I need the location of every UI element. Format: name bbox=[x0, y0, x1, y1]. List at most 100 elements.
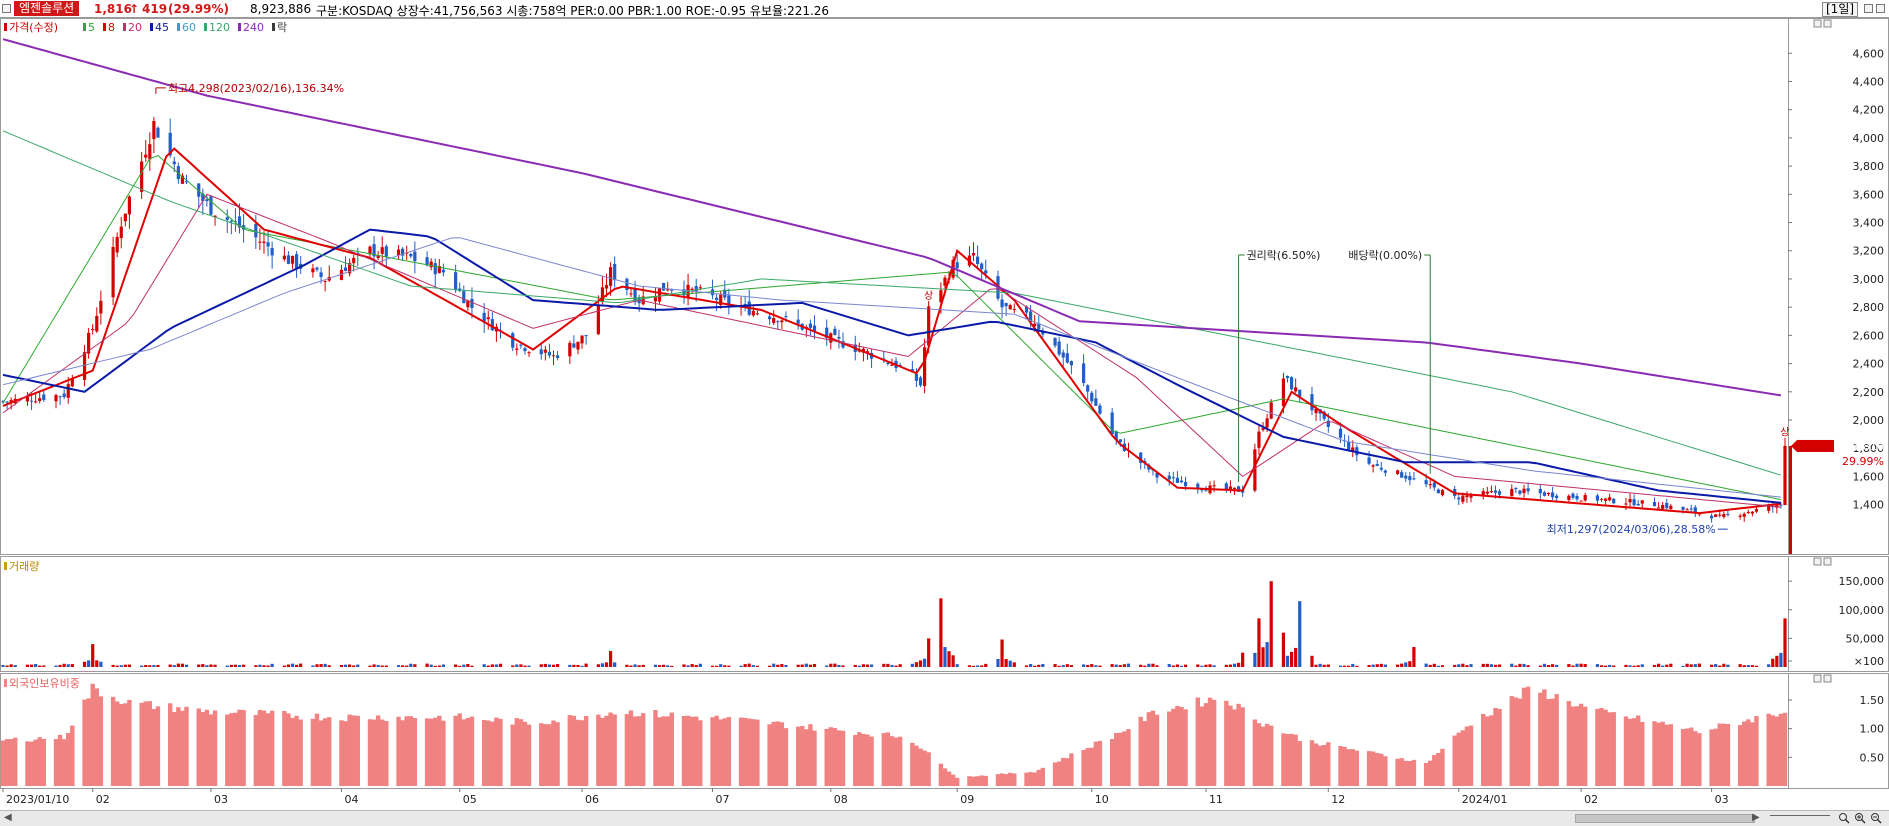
scroll-left-icon[interactable]: ◀ bbox=[4, 812, 12, 823]
candle bbox=[784, 316, 788, 318]
foreign-ownership-bar bbox=[1322, 744, 1327, 786]
foreign-ownership-bar bbox=[1774, 716, 1780, 786]
foreign-ownership-bar bbox=[1452, 735, 1457, 786]
volume-bar bbox=[1326, 664, 1330, 667]
foreign-ownership-bar bbox=[1003, 774, 1009, 786]
volume-bar bbox=[1241, 652, 1245, 667]
candle bbox=[454, 272, 458, 291]
foreign-ownership-bar bbox=[893, 737, 899, 786]
candle bbox=[91, 329, 95, 331]
foreign-ownership-bar bbox=[983, 775, 988, 786]
period-button[interactable]: [1일] bbox=[1822, 2, 1859, 17]
scroll-thumb[interactable] bbox=[1575, 814, 1755, 823]
volume-bar bbox=[290, 663, 295, 667]
foreign-ownership-bar bbox=[955, 777, 960, 786]
volume-bar bbox=[604, 662, 609, 667]
foreign-ownership-bar bbox=[714, 715, 719, 786]
scroll-right-icon[interactable]: ▶ bbox=[1752, 812, 1760, 823]
panel-maximize-icon[interactable] bbox=[1823, 674, 1832, 683]
volume-bar bbox=[262, 665, 266, 667]
legend-swatch bbox=[272, 23, 275, 31]
candle bbox=[1204, 490, 1208, 492]
legend-item[interactable]: 8 bbox=[108, 21, 115, 34]
foreign-ownership-bar bbox=[441, 720, 446, 786]
volume-bar bbox=[1771, 658, 1775, 667]
foreign-ownership-bar bbox=[172, 712, 177, 786]
foreign-ownership-bar bbox=[795, 726, 801, 786]
chart-area[interactable]: 1,4001,6001,8002,0002,2002,4002,6002,800… bbox=[0, 18, 1889, 810]
window-menu-icon[interactable] bbox=[2, 4, 11, 13]
legend-item[interactable]: 가격(수정) bbox=[9, 21, 58, 34]
candle bbox=[914, 373, 919, 381]
zoom-reset-icon[interactable] bbox=[1870, 812, 1882, 824]
candle bbox=[1224, 483, 1228, 490]
foreign-ownership-bar bbox=[404, 716, 409, 786]
legend-item[interactable]: 20 bbox=[128, 21, 142, 34]
volume-bar bbox=[9, 664, 13, 667]
volume-bar bbox=[1681, 665, 1685, 667]
panel-maximize-icon[interactable] bbox=[1823, 19, 1832, 28]
candle bbox=[1546, 493, 1551, 495]
legend-item[interactable]: 60 bbox=[182, 21, 196, 34]
zoom-slider[interactable] bbox=[1770, 815, 1830, 822]
foreign-ownership-bar bbox=[1680, 729, 1686, 786]
panel-minimize-icon[interactable] bbox=[1813, 19, 1822, 28]
foreign-ownership-bar bbox=[53, 739, 59, 786]
volume-bar bbox=[690, 664, 694, 667]
foreign-ownership-bar bbox=[1603, 709, 1608, 786]
foreign-ownership-bar bbox=[1379, 753, 1384, 786]
candle bbox=[413, 251, 417, 262]
foreign-ownership-bar bbox=[13, 737, 18, 786]
volume-bar bbox=[829, 663, 833, 667]
foreign-ownership-bar bbox=[396, 716, 401, 786]
zoom-out-icon[interactable] bbox=[1838, 812, 1850, 824]
stock-name[interactable]: 엠젠솔루션 bbox=[14, 1, 80, 16]
volume-bar bbox=[241, 664, 246, 667]
foreign-ownership-bar bbox=[290, 717, 295, 786]
legend-item[interactable]: 5 bbox=[88, 21, 95, 34]
volume-bar bbox=[967, 665, 972, 667]
minimize-icon[interactable] bbox=[1864, 4, 1873, 13]
volume-bar bbox=[1179, 665, 1184, 667]
legend-item[interactable]: 120 bbox=[209, 21, 230, 34]
volume-bar bbox=[494, 664, 499, 667]
legend-item[interactable]: 240 bbox=[243, 21, 264, 34]
foreign-ownership-bar bbox=[967, 776, 972, 786]
zoom-in-icon[interactable] bbox=[1854, 812, 1866, 824]
candle bbox=[429, 261, 433, 268]
candle bbox=[1608, 497, 1612, 501]
volume-bar bbox=[1037, 664, 1041, 667]
panel-minimize-icon[interactable] bbox=[1813, 674, 1822, 683]
volume-bar bbox=[984, 663, 988, 667]
candle bbox=[140, 161, 144, 192]
foreign-ownership-bar bbox=[380, 719, 385, 786]
volume-bar bbox=[152, 665, 156, 667]
y-tick-label: 4,600 bbox=[1853, 47, 1885, 60]
price-change-pct: (29.99%) bbox=[168, 2, 229, 16]
panel-maximize-icon[interactable] bbox=[1823, 557, 1832, 566]
volume-bar bbox=[352, 665, 356, 667]
candle bbox=[523, 348, 527, 352]
foreign-ownership-bar bbox=[1542, 689, 1547, 786]
candle bbox=[1579, 500, 1583, 502]
legend-item[interactable]: 락 bbox=[277, 21, 287, 34]
volume-bar bbox=[1057, 665, 1061, 667]
legend-item[interactable]: 45 bbox=[155, 21, 169, 34]
volume-bar bbox=[1118, 665, 1122, 667]
volume-bar bbox=[943, 647, 947, 667]
volume-bar bbox=[99, 661, 103, 667]
maximize-icon[interactable] bbox=[1876, 4, 1885, 13]
volume-bar bbox=[825, 665, 829, 667]
volume-bar bbox=[1024, 665, 1029, 667]
candle bbox=[1665, 502, 1669, 509]
candle bbox=[1640, 500, 1644, 504]
volume-bar bbox=[1232, 663, 1237, 667]
chart-scrollbar[interactable]: ◀ ▶ bbox=[0, 810, 1889, 826]
volume-bar bbox=[1082, 664, 1086, 667]
panel-minimize-icon[interactable] bbox=[1813, 557, 1822, 566]
volume-bar bbox=[1061, 665, 1065, 667]
volume-bar bbox=[1546, 665, 1551, 667]
volume-bar bbox=[413, 664, 417, 667]
candle bbox=[768, 316, 772, 320]
candle bbox=[1428, 484, 1432, 486]
